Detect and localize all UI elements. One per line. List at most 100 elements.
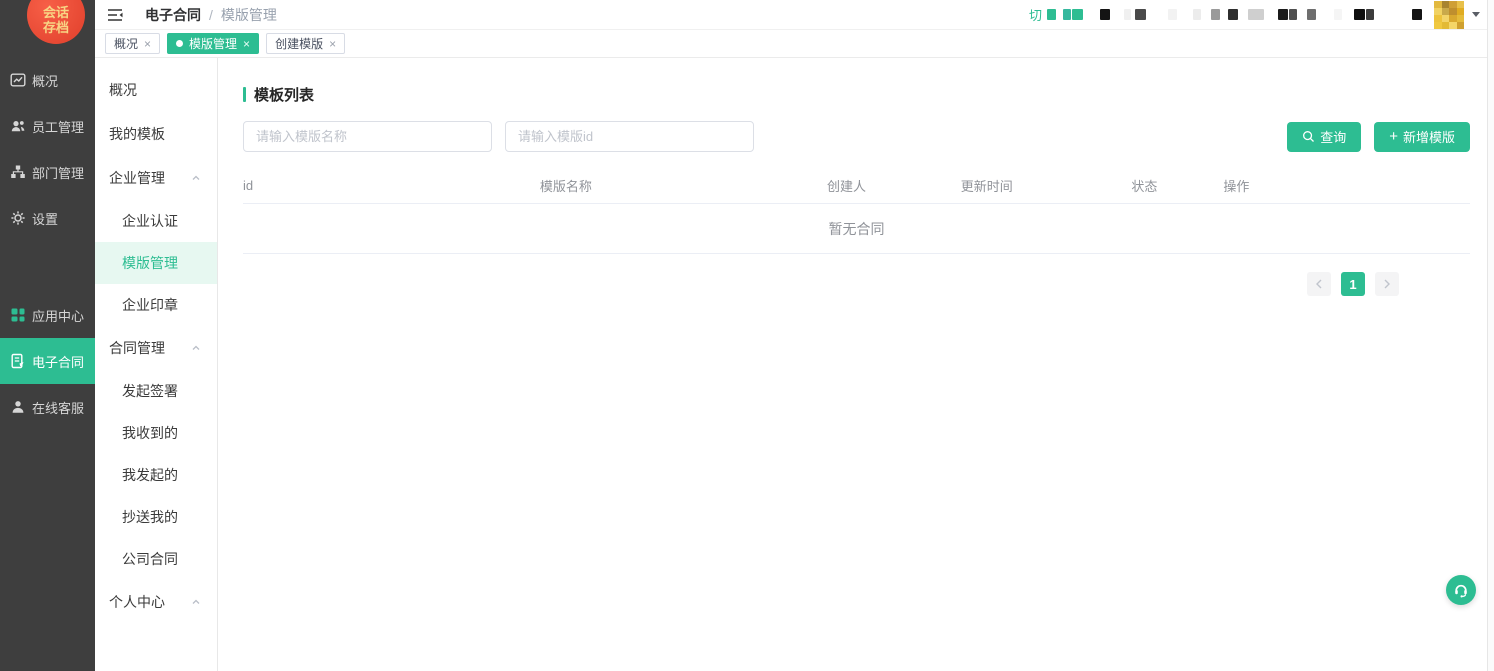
avatar[interactable] (1434, 1, 1464, 29)
chevron-up-icon (191, 597, 201, 607)
plus-icon: + (1389, 129, 1398, 144)
column-header-update-time: 更新时间 (961, 176, 1132, 195)
logo-text-line2: 存档 (43, 20, 69, 35)
close-icon[interactable]: × (243, 38, 250, 50)
menu-label: 我收到的 (122, 423, 178, 443)
redacted-blocks (1042, 9, 1422, 20)
topbar-right: 切 (1029, 0, 1480, 29)
sidebar-group-personal-center[interactable]: 个人中心 (95, 580, 217, 624)
switch-enterprise-text[interactable]: 切 (1029, 5, 1042, 24)
column-header-actions: 操作 (1223, 176, 1470, 195)
tab-template-management[interactable]: 模版管理 × (167, 33, 259, 54)
page-title-text: 模板列表 (254, 84, 314, 105)
search-icon (1302, 130, 1315, 143)
sidebar-item-initiate-signing[interactable]: 发起签署 (95, 370, 217, 412)
button-group: 查询 + 新增模版 (1287, 122, 1470, 152)
add-template-button-label: 新增模版 (1403, 127, 1455, 146)
app-grid-icon (10, 307, 26, 323)
sidebar-item-template-management[interactable]: 模版管理 (95, 242, 217, 284)
gear-icon (10, 210, 26, 226)
sidebar-item-label: 设置 (32, 209, 58, 228)
pagination-next-button[interactable] (1375, 272, 1399, 296)
sidebar-item-cc-me[interactable]: 抄送我的 (95, 496, 217, 538)
page-title: 模板列表 (243, 84, 1470, 105)
menu-label: 发起签署 (122, 381, 178, 401)
pagination: 1 (243, 272, 1470, 296)
sidebar-item-departments[interactable]: 部门管理 (0, 149, 95, 195)
table-header-row: id 模版名称 创建人 更新时间 状态 操作 (243, 177, 1470, 204)
headset-icon (1452, 581, 1470, 599)
menu-label: 个人中心 (109, 592, 165, 612)
pagination-page-1[interactable]: 1 (1341, 272, 1365, 296)
secondary-sidebar: 概况 我的模板 企业管理 企业认证 模版管理 企业 (95, 58, 218, 671)
sidebar-item-label: 应用中心 (32, 306, 84, 325)
app-window: 会话 存档 概况 员工管理 部门管理 (0, 0, 1494, 671)
menu-label: 企业认证 (122, 211, 178, 231)
tabbar: 概况 × 模版管理 × 创建模版 × (95, 30, 1494, 58)
close-icon[interactable]: × (329, 38, 336, 50)
add-template-button[interactable]: + 新增模版 (1374, 122, 1470, 152)
breadcrumb-root[interactable]: 电子合同 (145, 5, 201, 25)
main-content: 模板列表 查询 + 新增模版 (218, 58, 1494, 671)
search-row: 查询 + 新增模版 (243, 121, 1470, 152)
sidebar-item-label: 部门管理 (32, 163, 84, 182)
tab-create-template[interactable]: 创建模版 × (266, 33, 345, 54)
sidebar-item-initiated[interactable]: 我发起的 (95, 454, 217, 496)
query-button-label: 查询 (1320, 127, 1346, 146)
sidebar-item-overview[interactable]: 概况 (0, 57, 95, 103)
pagination-prev-button[interactable] (1307, 272, 1331, 296)
close-icon[interactable]: × (144, 38, 151, 50)
chevron-down-icon[interactable] (1472, 12, 1480, 17)
menu-label: 我的模板 (109, 124, 165, 144)
sidebar-item-enterprise-seal[interactable]: 企业印章 (95, 284, 217, 326)
title-accent-bar (243, 87, 246, 102)
tab-label: 概况 (114, 35, 138, 52)
breadcrumb: 电子合同 / 模版管理 (145, 5, 277, 25)
menu-label: 我发起的 (122, 465, 178, 485)
active-tab-dot (176, 40, 183, 47)
tab-overview[interactable]: 概况 × (105, 33, 160, 54)
sidebar-item-company-contracts[interactable]: 公司合同 (95, 538, 217, 580)
tab-label: 模版管理 (189, 35, 237, 52)
sidebar-item-e-contract[interactable]: 电子合同 (0, 338, 95, 384)
body-row: 概况 我的模板 企业管理 企业认证 模版管理 企业 (95, 58, 1494, 671)
sidebar-item-label: 概况 (32, 71, 58, 90)
template-name-input[interactable] (243, 121, 492, 152)
sidebar-group-enterprise-management[interactable]: 企业管理 (95, 156, 217, 200)
sidebar-group-contract-management[interactable]: 合同管理 (95, 326, 217, 370)
column-header-template-name: 模版名称 (540, 176, 827, 195)
org-icon (10, 164, 26, 180)
sidebar-item-employees[interactable]: 员工管理 (0, 103, 95, 149)
template-id-input[interactable] (505, 121, 754, 152)
menu-label: 合同管理 (109, 338, 165, 358)
chevron-up-icon (191, 343, 201, 353)
menu-label: 公司合同 (122, 549, 178, 569)
menu-label: 模版管理 (122, 253, 178, 273)
sidebar-item-settings[interactable]: 设置 (0, 195, 95, 241)
chart-icon (10, 72, 26, 88)
sidebar-item-received[interactable]: 我收到的 (95, 412, 217, 454)
menu-label: 概况 (109, 80, 137, 100)
template-table: id 模版名称 创建人 更新时间 状态 操作 暂无合同 (243, 177, 1470, 254)
people-icon (10, 118, 26, 134)
sidebar-item-label: 电子合同 (32, 352, 84, 371)
right-column: 电子合同 / 模版管理 切 概况 × 模版管理 × 创建 (95, 0, 1494, 671)
customer-service-fab[interactable] (1446, 575, 1476, 605)
query-button[interactable]: 查询 (1287, 122, 1361, 152)
contract-icon (10, 353, 26, 369)
breadcrumb-current: 模版管理 (221, 5, 277, 25)
column-header-id: id (243, 178, 540, 193)
column-header-status: 状态 (1131, 176, 1223, 195)
breadcrumb-separator: / (209, 7, 213, 23)
sidebar-item-app-center[interactable]: 应用中心 (0, 292, 95, 338)
sidebar-item-enterprise-certification[interactable]: 企业认证 (95, 200, 217, 242)
sidebar-item-my-templates[interactable]: 我的模板 (95, 112, 217, 156)
logo-text-line1: 会话 (43, 5, 69, 20)
sidebar-item-overview2[interactable]: 概况 (95, 68, 217, 112)
scrollbar[interactable] (1487, 0, 1494, 671)
column-header-creator: 创建人 (827, 176, 961, 195)
collapse-menu-icon[interactable] (107, 8, 123, 22)
sidebar-item-online-service[interactable]: 在线客服 (0, 384, 95, 430)
topbar: 电子合同 / 模版管理 切 (95, 0, 1494, 30)
menu-label: 企业管理 (109, 168, 165, 188)
